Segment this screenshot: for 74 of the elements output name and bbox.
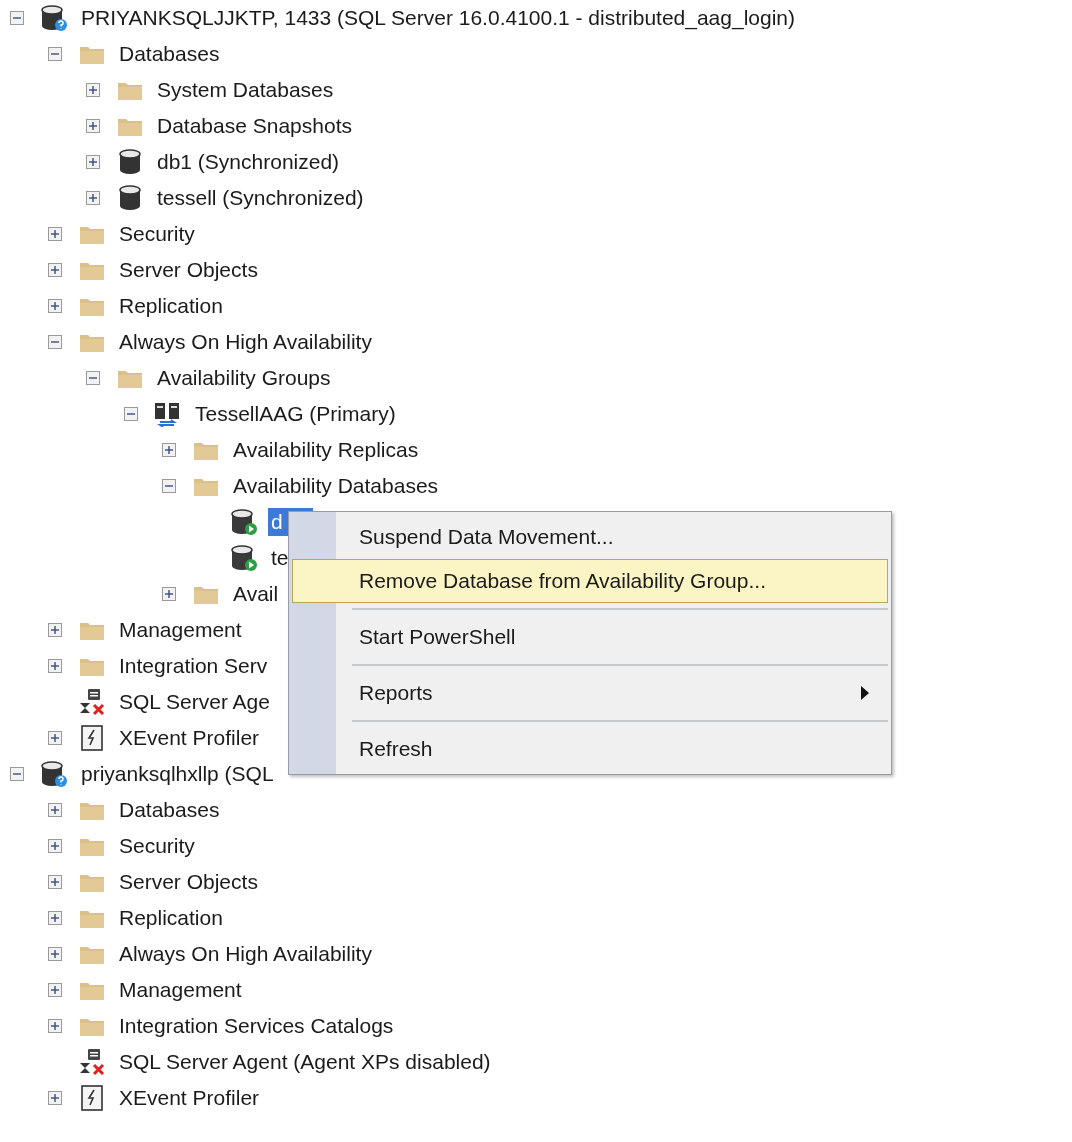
expand-toggle[interactable] bbox=[48, 623, 62, 637]
database-icon bbox=[119, 185, 141, 211]
tree-item[interactable]: Integration Services Catalogs bbox=[116, 1012, 397, 1040]
menu-item[interactable]: Reports bbox=[292, 671, 888, 715]
tree-item[interactable]: Avail bbox=[230, 580, 282, 608]
server-icon bbox=[40, 4, 68, 32]
tree-item[interactable]: Availability Databases bbox=[230, 472, 442, 500]
expand-toggle[interactable] bbox=[48, 731, 62, 745]
tree-item[interactable]: SQL Server Age bbox=[116, 688, 273, 716]
tree-item[interactable]: Always On High Availability bbox=[116, 940, 375, 968]
tree-item[interactable]: Security bbox=[116, 220, 198, 248]
expand-toggle[interactable] bbox=[48, 335, 62, 349]
expand-toggle[interactable] bbox=[162, 479, 176, 493]
expand-toggle[interactable] bbox=[86, 371, 100, 385]
expand-toggle[interactable] bbox=[10, 11, 24, 25]
tree-item[interactable]: System Databases bbox=[154, 76, 337, 104]
tree-item[interactable]: Availability Replicas bbox=[230, 436, 422, 464]
menu-item[interactable]: Start PowerShell bbox=[292, 615, 888, 659]
tree-item[interactable]: te bbox=[268, 544, 292, 572]
expand-toggle[interactable] bbox=[48, 875, 62, 889]
expand-toggle[interactable] bbox=[48, 947, 62, 961]
tree-item[interactable]: Database Snapshots bbox=[154, 112, 355, 140]
menu-item[interactable]: Refresh bbox=[292, 727, 888, 771]
expand-toggle[interactable] bbox=[86, 119, 100, 133]
expand-toggle[interactable] bbox=[162, 587, 176, 601]
tree-item[interactable]: Replication bbox=[116, 292, 226, 320]
server-icon bbox=[40, 760, 68, 788]
expand-toggle[interactable] bbox=[48, 1019, 62, 1033]
expand-toggle[interactable] bbox=[124, 407, 138, 421]
tree-item[interactable]: PRIYANKSQLJJKTP, 1433 (SQL Server 16.0.4100.1 - distributed_aag_login) bbox=[78, 4, 798, 32]
tree-item[interactable]: Replication bbox=[116, 904, 226, 932]
tree-item[interactable]: Databases bbox=[116, 796, 223, 824]
expand-toggle[interactable] bbox=[48, 839, 62, 853]
expand-toggle[interactable] bbox=[86, 83, 100, 97]
submenu-arrow-icon bbox=[861, 686, 869, 700]
agent-stopped-icon bbox=[78, 688, 106, 716]
tree-item[interactable]: Integration Serv bbox=[116, 652, 271, 680]
expand-toggle[interactable] bbox=[162, 443, 176, 457]
expand-toggle[interactable] bbox=[48, 911, 62, 925]
database-play-icon bbox=[230, 544, 258, 572]
agent-stopped-icon bbox=[78, 1048, 106, 1076]
event-profiler-icon bbox=[80, 725, 104, 751]
tree-item[interactable]: Security bbox=[116, 832, 198, 860]
expand-toggle[interactable] bbox=[48, 659, 62, 673]
tree-item[interactable]: priyanksqlhxllp (SQL bbox=[78, 760, 277, 788]
expand-toggle[interactable] bbox=[48, 983, 62, 997]
tree-item[interactable]: XEvent Profiler bbox=[116, 1084, 263, 1112]
tree-item[interactable]: Management bbox=[116, 976, 245, 1004]
expand-toggle[interactable] bbox=[48, 47, 62, 61]
expand-toggle[interactable] bbox=[48, 1091, 62, 1105]
database-icon bbox=[119, 149, 141, 175]
database-play-icon bbox=[230, 508, 258, 536]
tree-item[interactable]: Databases bbox=[116, 40, 223, 68]
expand-toggle[interactable] bbox=[86, 191, 100, 205]
server-group-icon bbox=[154, 401, 182, 427]
tree-item[interactable]: Always On High Availability bbox=[116, 328, 375, 356]
tree-item[interactable]: db1 (Synchronized) bbox=[154, 148, 343, 176]
tree-item[interactable]: tessell (Synchronized) bbox=[154, 184, 367, 212]
tree-item[interactable]: TessellAAG (Primary) bbox=[192, 400, 399, 428]
tree-item[interactable]: Availability Groups bbox=[154, 364, 334, 392]
tree-item[interactable]: SQL Server Agent (Agent XPs disabled) bbox=[116, 1048, 494, 1076]
event-profiler-icon bbox=[80, 1085, 104, 1111]
expand-toggle[interactable] bbox=[10, 767, 24, 781]
tree-item[interactable]: Management bbox=[116, 616, 245, 644]
tree-item[interactable]: Server Objects bbox=[116, 256, 261, 284]
expand-toggle[interactable] bbox=[48, 299, 62, 313]
expand-toggle[interactable] bbox=[48, 227, 62, 241]
menu-item[interactable]: Suspend Data Movement... bbox=[292, 515, 888, 559]
expand-toggle[interactable] bbox=[86, 155, 100, 169]
expand-toggle[interactable] bbox=[48, 803, 62, 817]
tree-item[interactable]: XEvent Profiler bbox=[116, 724, 263, 752]
expand-toggle[interactable] bbox=[48, 263, 62, 277]
menu-item[interactable]: Remove Database from Availability Group... bbox=[292, 559, 888, 603]
tree-item[interactable]: Server Objects bbox=[116, 868, 261, 896]
